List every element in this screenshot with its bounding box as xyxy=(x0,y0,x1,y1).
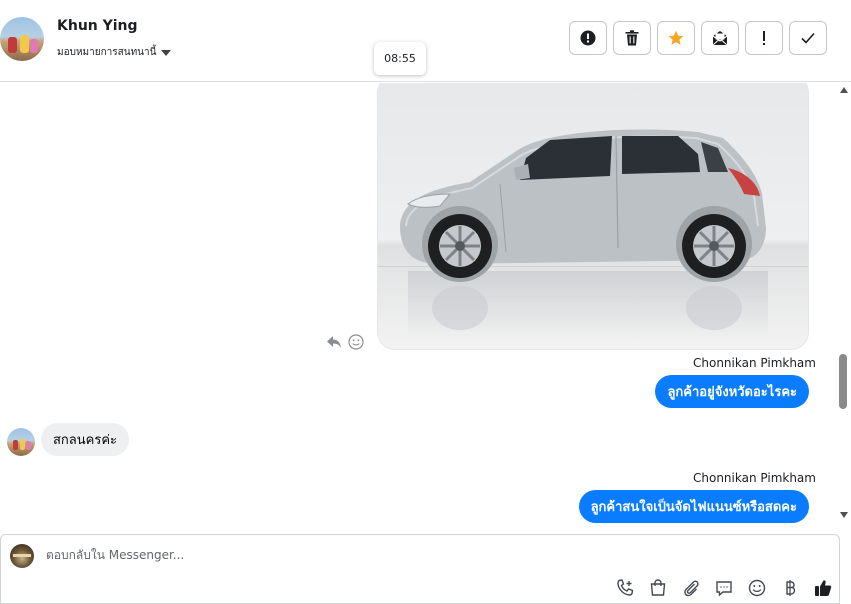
envelope-icon xyxy=(712,31,728,46)
baht-icon[interactable] xyxy=(780,578,800,598)
thread-scrollbar[interactable] xyxy=(836,83,851,523)
thumbs-up-icon[interactable] xyxy=(813,578,833,598)
car-image xyxy=(400,129,766,330)
message-thread[interactable]: Chonnikan Pimkham ลูกค้าอยู่จังหวัดอะไรค… xyxy=(0,83,836,527)
phone-plus-icon[interactable] xyxy=(615,578,635,598)
trash-icon xyxy=(625,30,639,46)
delete-button[interactable] xyxy=(613,21,651,55)
done-button[interactable] xyxy=(789,21,827,55)
saved-reply-icon[interactable] xyxy=(714,578,734,598)
report-spam-button[interactable] xyxy=(569,21,607,55)
page-avatar xyxy=(10,544,34,568)
scroll-up-arrow-icon[interactable] xyxy=(840,87,848,93)
reply-composer xyxy=(0,534,840,604)
incoming-message[interactable]: สกลนครค่ะ xyxy=(41,423,130,456)
react-emoji-icon[interactable] xyxy=(348,334,364,350)
shopping-bag-icon[interactable] xyxy=(648,578,668,598)
outgoing-message[interactable]: ลูกค้าอยู่จังหวัดอะไรคะ xyxy=(655,375,809,408)
checkmark-icon xyxy=(801,32,815,44)
scroll-thumb[interactable] xyxy=(839,354,847,409)
exclamation-icon xyxy=(763,31,765,45)
messenger-conversation: Khun Ying มอบหมายการสนทนานี้ 08:55 Chonn… xyxy=(0,0,851,604)
sender-name: Chonnikan Pimkham xyxy=(693,356,816,370)
assign-label: มอบหมายการสนทนานี้ xyxy=(57,47,157,58)
contact-avatar-small[interactable] xyxy=(7,428,35,456)
contact-avatar[interactable] xyxy=(0,17,44,61)
reply-input[interactable] xyxy=(46,548,646,562)
conversation-toolbar xyxy=(569,21,827,55)
caret-down-icon xyxy=(161,49,172,56)
car-photo-attachment[interactable] xyxy=(377,83,809,350)
outgoing-message[interactable]: ลูกค้าสนใจเป็นจัดไฟแนนซ์หรือสดคะ xyxy=(578,490,809,523)
paperclip-icon[interactable] xyxy=(681,578,701,598)
sender-name: Chonnikan Pimkham xyxy=(693,471,816,485)
mark-unread-button[interactable] xyxy=(701,21,739,55)
timestamp-tooltip: 08:55 xyxy=(374,42,426,75)
emoji-icon[interactable] xyxy=(747,578,767,598)
star-icon xyxy=(668,30,684,45)
follow-up-button[interactable] xyxy=(745,21,783,55)
star-button[interactable] xyxy=(657,21,695,55)
scroll-down-arrow-icon[interactable] xyxy=(840,512,848,518)
alert-circle-icon xyxy=(580,30,596,46)
contact-name[interactable]: Khun Ying xyxy=(57,18,138,34)
message-actions xyxy=(326,334,364,350)
composer-toolbar xyxy=(615,578,833,598)
reply-icon[interactable] xyxy=(326,335,342,349)
assign-conversation-dropdown[interactable]: มอบหมายการสนทนานี้ xyxy=(57,45,172,60)
